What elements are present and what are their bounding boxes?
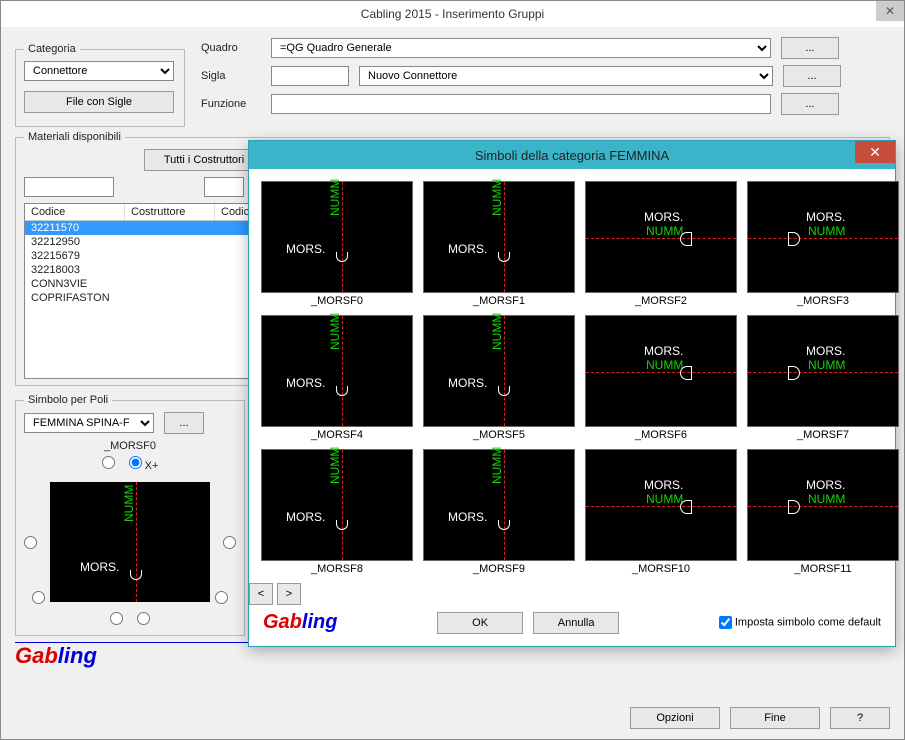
symbol-cell[interactable]: NUMMMORS. _MORSF0: [261, 181, 413, 307]
symbol-cell[interactable]: MORS.NUMM _MORSF10: [585, 449, 737, 575]
symbol-cell[interactable]: MORS.NUMM _MORSF3: [747, 181, 899, 307]
symbol-thumbnail[interactable]: MORS.NUMM: [585, 315, 737, 427]
help-button[interactable]: ?: [830, 707, 890, 729]
pager-prev-button[interactable]: <: [249, 583, 273, 605]
symbol-thumbnail[interactable]: MORS.NUMM: [747, 449, 899, 561]
simbolo-legend: Simbolo per Poli: [24, 394, 112, 406]
symbol-cell[interactable]: NUMMMORS. _MORSF1: [423, 181, 575, 307]
symbol-label: _MORSF2: [585, 295, 737, 307]
symbol-cell[interactable]: MORS.NUMM _MORSF11: [747, 449, 899, 575]
symbol-thumbnail[interactable]: MORS.NUMM: [585, 181, 737, 293]
main-close-button[interactable]: ✕: [876, 1, 904, 21]
side-radio-right-bottom[interactable]: [215, 591, 228, 604]
symbol-label: _MORSF9: [423, 563, 575, 575]
symbol-thumbnail[interactable]: NUMMMORS.: [261, 181, 413, 293]
modal-logo: Gabling: [263, 611, 337, 634]
symbol-preview: NUMM MORS.: [50, 482, 210, 602]
categoria-label: Categoria: [24, 43, 80, 55]
symbol-label: _MORSF6: [585, 429, 737, 441]
symbol-thumbnail[interactable]: NUMMMORS.: [423, 315, 575, 427]
symbol-thumbnail[interactable]: MORS.NUMM: [747, 181, 899, 293]
symbol-label: _MORSF5: [423, 429, 575, 441]
symbol-label: _MORSF0: [261, 295, 413, 307]
symbol-thumbnail[interactable]: MORS.NUMM: [585, 449, 737, 561]
side-radio-left-top[interactable]: [24, 536, 37, 549]
quadro-select[interactable]: =QG Quadro Generale: [271, 38, 771, 58]
symbol-thumbnail[interactable]: NUMMMORS.: [261, 449, 413, 561]
symbol-thumbnail[interactable]: NUMMMORS.: [423, 449, 575, 561]
symbol-thumbnail[interactable]: NUMMMORS.: [261, 315, 413, 427]
side-radio-left-bottom[interactable]: [32, 591, 45, 604]
default-checkbox-label[interactable]: Imposta simbolo come default: [719, 616, 881, 629]
symbol-label: _MORSF1: [423, 295, 575, 307]
funzione-label: Funzione: [201, 98, 261, 110]
simbolo-browse-button[interactable]: ...: [164, 412, 204, 434]
default-checkbox[interactable]: [719, 616, 732, 629]
modal-titlebar: Simboli della categoria FEMMINA ✕: [249, 141, 895, 169]
quadro-label: Quadro: [201, 42, 261, 54]
main-title: Cabling 2015 - Inserimento Gruppi: [361, 7, 544, 21]
modal-close-button[interactable]: ✕: [855, 141, 895, 163]
sigla-browse-button[interactable]: ...: [783, 65, 841, 87]
symbol-thumbnail[interactable]: NUMMMORS.: [423, 181, 575, 293]
bottom-radio-1[interactable]: [110, 612, 123, 625]
current-symbol-label: _MORSF0: [24, 440, 236, 452]
materiali-legend: Materiali disponibili: [24, 131, 125, 143]
filter-costruttore-input[interactable]: [204, 177, 244, 197]
symbol-cell[interactable]: NUMMMORS. _MORSF8: [261, 449, 413, 575]
symbol-label: _MORSF8: [261, 563, 413, 575]
symbol-label: _MORSF3: [747, 295, 899, 307]
tutti-costruttori-button[interactable]: Tutti i Costruttori: [144, 149, 264, 171]
col-codice: Codice: [25, 204, 125, 220]
col-costruttore: Costruttore: [125, 204, 215, 220]
symbol-label: _MORSF10: [585, 563, 737, 575]
opzioni-button[interactable]: Opzioni: [630, 707, 720, 729]
symbol-label: _MORSF4: [261, 429, 413, 441]
sigla-label: Sigla: [201, 70, 261, 82]
bottom-radio-2[interactable]: [137, 612, 150, 625]
quadro-browse-button[interactable]: ...: [781, 37, 839, 59]
sigla-input[interactable]: [271, 66, 349, 86]
simbolo-select[interactable]: FEMMINA SPINA-F: [24, 413, 154, 433]
symbol-label: _MORSF7: [747, 429, 899, 441]
main-titlebar: Cabling 2015 - Inserimento Gruppi ✕: [1, 1, 904, 27]
symbol-cell[interactable]: MORS.NUMM _MORSF6: [585, 315, 737, 441]
symbol-cell[interactable]: MORS.NUMM _MORSF7: [747, 315, 899, 441]
funzione-input[interactable]: [271, 94, 771, 114]
radio-blank[interactable]: [102, 456, 115, 472]
pager-next-button[interactable]: >: [277, 583, 301, 605]
funzione-browse-button[interactable]: ...: [781, 93, 839, 115]
annulla-button[interactable]: Annulla: [533, 612, 619, 634]
categoria-select[interactable]: Connettore: [24, 61, 174, 81]
fine-button[interactable]: Fine: [730, 707, 820, 729]
symbol-cell[interactable]: NUMMMORS. _MORSF9: [423, 449, 575, 575]
symbol-cell[interactable]: MORS.NUMM _MORSF2: [585, 181, 737, 307]
modal-title: Simboli della categoria FEMMINA: [475, 148, 669, 163]
symbol-thumbnail[interactable]: MORS.NUMM: [747, 315, 899, 427]
sigla-desc-select[interactable]: Nuovo Connettore: [359, 66, 773, 86]
radio-xplus[interactable]: X+: [129, 456, 159, 472]
symbol-label: _MORSF11: [747, 563, 899, 575]
symbol-cell[interactable]: NUMMMORS. _MORSF4: [261, 315, 413, 441]
filter-codice-input[interactable]: [24, 177, 114, 197]
side-radio-right-top[interactable]: [223, 536, 236, 549]
ok-button[interactable]: OK: [437, 612, 523, 634]
symbol-cell[interactable]: NUMMMORS. _MORSF5: [423, 315, 575, 441]
file-sigle-button[interactable]: File con Sigle: [24, 91, 174, 113]
